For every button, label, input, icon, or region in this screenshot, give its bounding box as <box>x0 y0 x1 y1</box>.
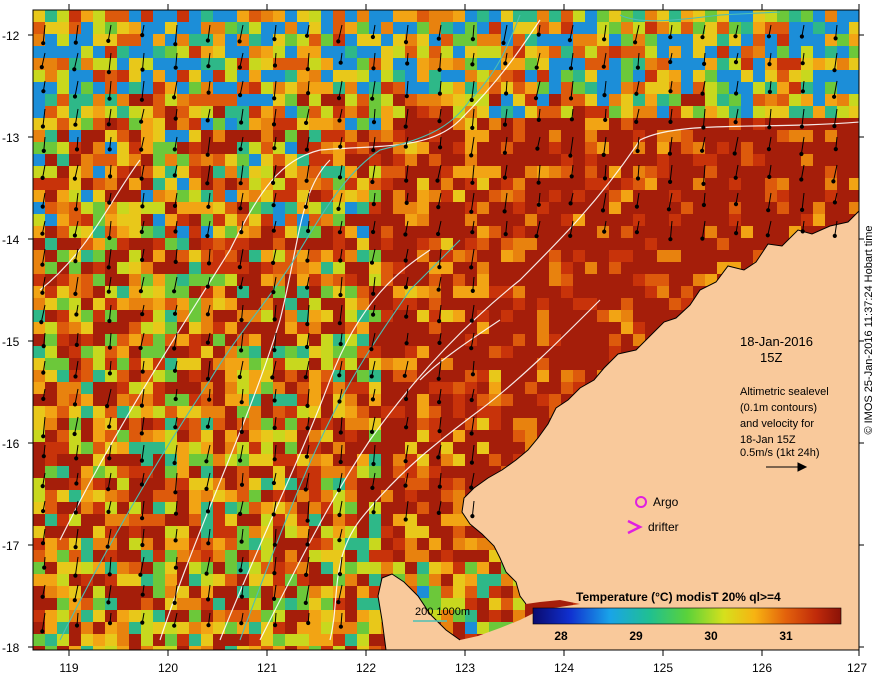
lat-label-13: -13 <box>2 131 20 145</box>
colorbar-tick-29: 29 <box>629 629 643 643</box>
date-label: 18-Jan-2016 <box>740 334 813 349</box>
drifter-label: drifter <box>648 520 679 534</box>
credit-text: © IMOS 25-Jan-2016 11:37:24 Hobart time <box>863 225 875 435</box>
longitude-axis: 119 120 121 122 123 124 125 126 127 <box>59 661 867 675</box>
altimetry-line-5: 0.5m/s (1kt 24h) <box>740 447 819 459</box>
colorbar-tick-31: 31 <box>779 629 793 643</box>
lon-label-123: 123 <box>455 661 475 675</box>
colorbar-ramp <box>532 607 842 625</box>
lat-label-15: -15 <box>2 335 20 349</box>
lat-label-14: -14 <box>2 233 20 247</box>
lon-label-120: 120 <box>158 661 178 675</box>
depth-legend-label: 200 1000m <box>415 606 470 618</box>
credit-sidebar: © IMOS 25-Jan-2016 11:37:24 Hobart time <box>858 10 880 650</box>
colorbar-title: Temperature (°C) modisT 20% ql>=4 <box>576 590 781 604</box>
colorbar-tick-28: 28 <box>554 629 568 643</box>
lat-label-17: -17 <box>2 539 20 553</box>
lon-label-124: 124 <box>554 661 574 675</box>
time-label: 15Z <box>760 350 782 365</box>
lon-label-125: 125 <box>653 661 673 675</box>
lon-label-122: 122 <box>356 661 376 675</box>
lon-label-119: 119 <box>59 661 78 675</box>
lat-label-18: -18 <box>2 641 20 655</box>
latitude-axis: -12 -13 -14 -15 -16 -17 -18 <box>2 29 20 655</box>
altimetry-line-3: and velocity for <box>740 418 814 430</box>
lon-label-121: 121 <box>257 661 277 675</box>
altimetry-line-4: 18-Jan 15Z <box>740 434 796 446</box>
lon-label-127: 127 <box>847 661 867 675</box>
sst-map: Argo drifter 18-Jan-2016 15Z Altimetric … <box>2 4 867 675</box>
altimetry-line-2: (0.1m contours) <box>740 402 817 414</box>
colorbar-tick-30: 30 <box>704 629 718 643</box>
lon-label-126: 126 <box>752 661 772 675</box>
argo-label: Argo <box>653 495 679 509</box>
altimetry-line-1: Altimetric sealevel <box>740 386 829 398</box>
lat-label-12: -12 <box>2 29 20 43</box>
lat-label-16: -16 <box>2 437 20 451</box>
